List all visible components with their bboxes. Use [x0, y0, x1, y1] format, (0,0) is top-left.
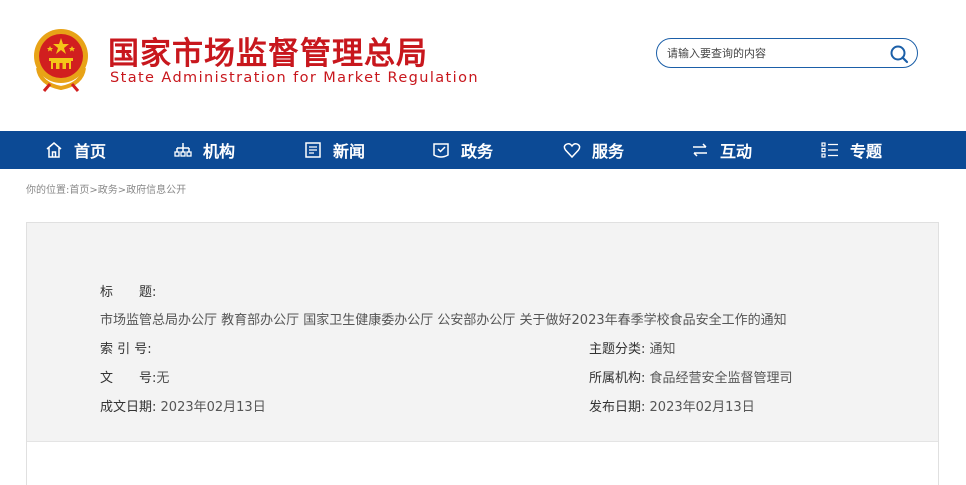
- site-title-chinese[interactable]: 国家市场监督管理总局: [108, 28, 428, 73]
- nav-item-service[interactable]: 服务: [562, 131, 624, 169]
- nav-item-org[interactable]: 机构: [173, 131, 235, 169]
- doc-title-value: 市场监管总局办公厅 教育部办公厅 国家卫生健康委办公厅 公安部办公厅 关于做好2…: [100, 313, 787, 328]
- search-box: [656, 38, 918, 68]
- main-nav: 首页 机构 新闻 政务 服务 互动 专题: [0, 131, 966, 169]
- doc-title-label: 标 题:: [100, 285, 157, 300]
- doc-title-row: 标 题:: [100, 281, 156, 300]
- breadcrumb-separator: >: [89, 185, 98, 196]
- national-emblem-icon[interactable]: [30, 26, 92, 92]
- doc-number-row: 文 号:无: [100, 367, 169, 386]
- doc-index-label: 索 引 号:: [100, 342, 152, 357]
- document-info-box: 标 题: 市场监管总局办公厅 教育部办公厅 国家卫生健康委办公厅 公安部办公厅 …: [27, 223, 938, 442]
- doc-created-label: 成文日期:: [100, 400, 157, 415]
- doc-published-row: 发布日期: 2023年02月13日: [589, 396, 755, 415]
- doc-agency-row: 所属机构: 食品经营安全监督管理司: [589, 367, 793, 386]
- doc-number-label: 文 号:: [100, 371, 157, 386]
- nav-item-home[interactable]: 首页: [44, 131, 106, 169]
- site-title-english[interactable]: State Administration for Market Regulati…: [110, 70, 479, 86]
- doc-category-value: 通知: [649, 342, 676, 357]
- breadcrumb-prefix: 你的位置:: [26, 185, 70, 196]
- nav-item-government[interactable]: 政务: [431, 131, 493, 169]
- nav-label-interaction: 互动: [720, 142, 753, 161]
- nav-label-news: 新闻: [333, 142, 366, 161]
- breadcrumb-link-government[interactable]: 政务: [98, 185, 118, 196]
- newspaper-icon: [305, 142, 321, 158]
- site-header: 国家市场监督管理总局 State Administration for Mark…: [0, 0, 966, 131]
- doc-published-label: 发布日期:: [589, 400, 646, 415]
- nav-label-service: 服务: [592, 142, 625, 161]
- breadcrumb: 你的位置:首页>政务>政府信息公开: [26, 181, 186, 196]
- nav-label-topics: 专题: [850, 142, 883, 161]
- nav-item-news[interactable]: 新闻: [303, 131, 365, 169]
- nav-label-government: 政务: [461, 142, 494, 161]
- government-affairs-icon: [433, 143, 449, 158]
- breadcrumb-separator: >: [117, 185, 127, 196]
- nav-label-home: 首页: [74, 142, 107, 161]
- doc-created-row: 成文日期: 2023年02月13日: [100, 396, 266, 415]
- doc-agency-label: 所属机构:: [589, 371, 646, 386]
- doc-title-value-row: 市场监管总局办公厅 教育部办公厅 国家卫生健康委办公厅 公安部办公厅 关于做好2…: [100, 309, 787, 328]
- doc-index-row: 索 引 号:: [100, 338, 152, 357]
- doc-category-label: 主题分类:: [589, 342, 646, 357]
- org-chart-icon: [174, 143, 192, 157]
- search-input[interactable]: [667, 43, 879, 63]
- breadcrumb-link-info-disclosure[interactable]: 政府信息公开: [126, 185, 186, 196]
- nav-label-org: 机构: [203, 142, 236, 161]
- breadcrumb-link-home[interactable]: 首页: [69, 185, 89, 196]
- nav-item-topics[interactable]: 专题: [820, 131, 882, 169]
- heart-icon: [563, 143, 581, 159]
- doc-published-value: 2023年02月13日: [649, 400, 755, 415]
- nav-item-interaction[interactable]: 互动: [690, 131, 752, 169]
- exchange-arrows-icon: [693, 143, 707, 157]
- topic-list-icon: [821, 142, 838, 158]
- doc-number-value: 无: [156, 371, 170, 386]
- home-icon: [46, 142, 62, 158]
- article-container: 标 题: 市场监管总局办公厅 教育部办公厅 国家卫生健康委办公厅 公安部办公厅 …: [26, 222, 939, 485]
- search-icon[interactable]: [889, 44, 909, 64]
- doc-category-row: 主题分类: 通知: [589, 338, 676, 357]
- doc-created-value: 2023年02月13日: [160, 400, 266, 415]
- doc-agency-value: 食品经营安全监督管理司: [649, 371, 793, 386]
